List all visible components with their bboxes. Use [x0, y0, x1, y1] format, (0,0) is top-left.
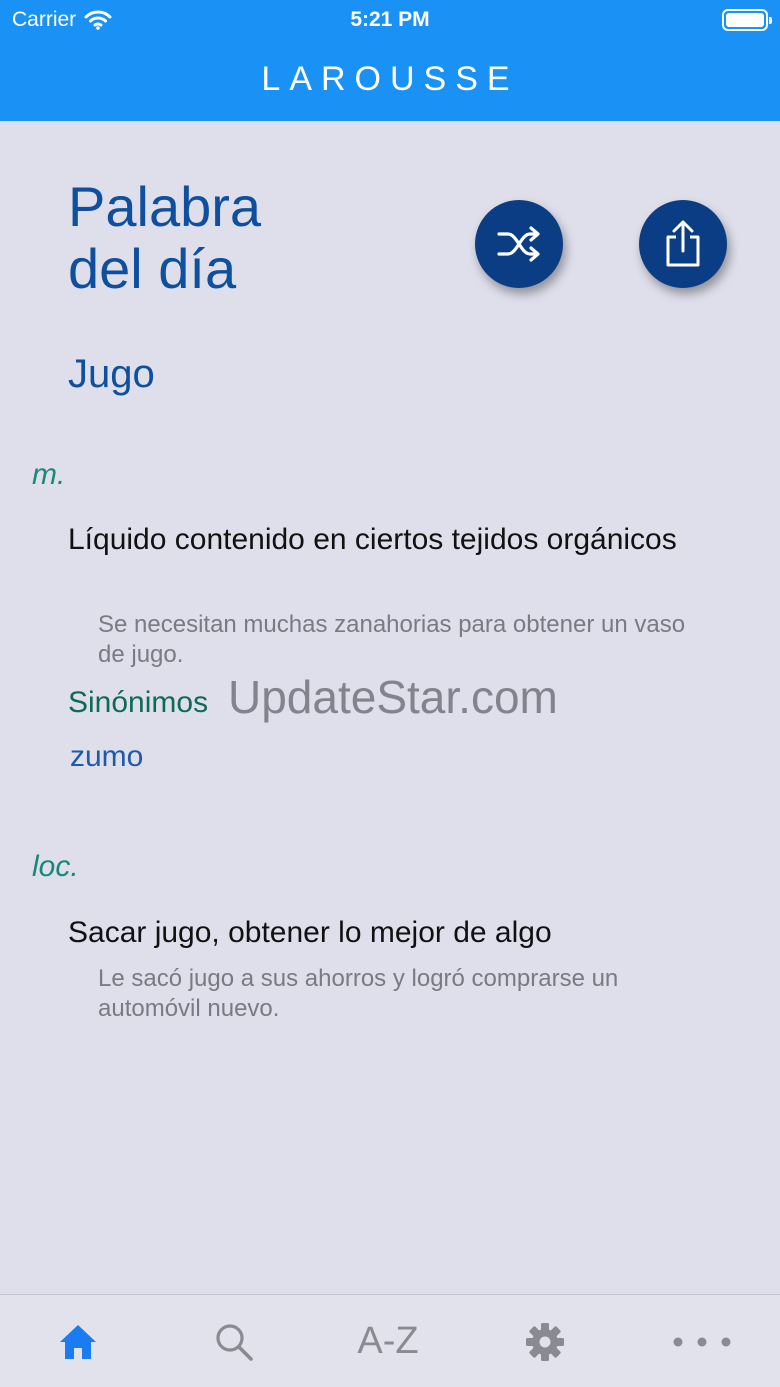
gear-icon — [526, 1322, 564, 1361]
definition: Sacar jugo, obtener lo mejor de algo — [68, 916, 552, 949]
example-sentence: Se necesitan muchas zanahorias para obte… — [98, 611, 686, 668]
share-button[interactable] — [639, 200, 727, 288]
tab-home[interactable] — [18, 1295, 138, 1387]
search-icon — [216, 1323, 253, 1361]
headword: Jugo — [68, 352, 155, 396]
watermark: UpdateStar.com — [228, 671, 558, 723]
synonym-link[interactable]: zumo — [70, 740, 143, 774]
shuffle-button[interactable] — [475, 200, 563, 288]
part-of-speech: m. — [32, 458, 66, 491]
tab-more[interactable] — [642, 1295, 762, 1387]
share-icon — [666, 220, 700, 267]
tab-bar: A-Z — [0, 1294, 780, 1387]
tab-az[interactable]: A-Z — [328, 1295, 448, 1387]
part-of-speech: loc. — [32, 850, 79, 883]
page-title-line1: Palabra — [68, 175, 262, 238]
synonyms-label: Sinónimos — [68, 686, 209, 719]
home-icon — [60, 1324, 96, 1359]
more-icon — [673, 1337, 731, 1346]
page-title: Palabra del día — [68, 176, 428, 300]
tab-settings[interactable] — [485, 1295, 605, 1387]
page-title-line2: del día — [68, 237, 237, 300]
definition: Líquido contenido en ciertos tejidos org… — [68, 523, 677, 556]
top-bar: Carrier 5:21 PM LAROUSSE — [0, 0, 780, 121]
tab-search[interactable] — [174, 1295, 294, 1387]
shuffle-icon — [497, 226, 540, 262]
example-sentence: Le sacó jugo a sus ahorros y logró compr… — [98, 965, 619, 1022]
app-title: LAROUSSE — [261, 60, 519, 98]
status-time: 5:21 PM — [350, 8, 430, 31]
battery-icon — [722, 9, 772, 31]
